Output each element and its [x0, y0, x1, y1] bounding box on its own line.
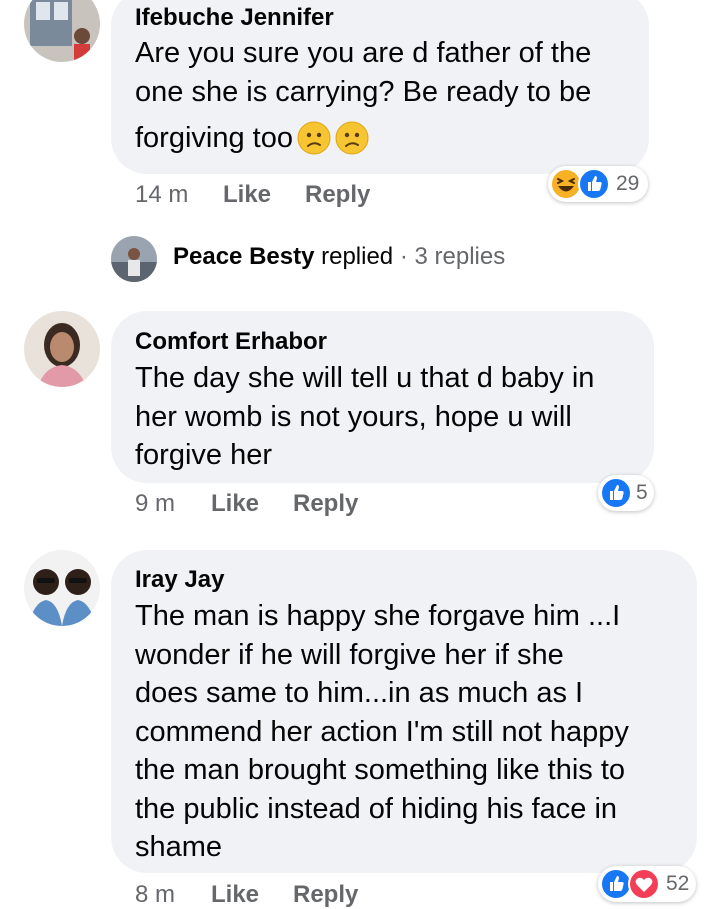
avatar[interactable]	[24, 0, 100, 62]
comment-timestamp[interactable]: 8 m	[135, 881, 175, 909]
reaction-count: 5	[636, 481, 648, 504]
comment-timestamp[interactable]: 9 m	[135, 490, 175, 518]
comment-author[interactable]: Iray Jay	[135, 566, 224, 594]
reaction-summary[interactable]: 29	[548, 166, 648, 202]
view-replies-link[interactable]: Peace Besty replied · 3 replies	[173, 243, 505, 271]
reply-avatar[interactable]	[111, 236, 157, 282]
comment-text: Are you sure you are d father of the one…	[135, 34, 591, 166]
reply-button[interactable]: Reply	[305, 181, 370, 209]
comment-timestamp[interactable]: 14 m	[135, 181, 188, 209]
like-icon	[600, 477, 632, 514]
comment-text: The day she will tell u that d baby in h…	[135, 362, 595, 471]
reply-button[interactable]: Reply	[293, 490, 358, 518]
love-icon	[628, 868, 660, 905]
avatar[interactable]	[24, 311, 100, 387]
comment-author[interactable]: Ifebuche Jennifer	[135, 4, 334, 32]
like-button[interactable]: Like	[211, 490, 259, 518]
reaction-summary[interactable]: 52	[598, 866, 696, 902]
like-icon	[578, 168, 610, 205]
avatar[interactable]	[24, 550, 100, 626]
like-button[interactable]: Like	[211, 881, 259, 909]
reaction-count: 52	[666, 872, 690, 895]
reaction-count: 29	[616, 172, 640, 195]
comment-author[interactable]: Comfort Erhabor	[135, 328, 327, 356]
confused-face-icon	[335, 121, 369, 166]
confused-face-icon	[297, 121, 331, 166]
reaction-summary[interactable]: 5	[598, 475, 654, 511]
reply-button[interactable]: Reply	[293, 881, 358, 909]
comment-text: The man is happy she forgave him ...I wo…	[135, 600, 629, 863]
like-button[interactable]: Like	[223, 181, 271, 209]
